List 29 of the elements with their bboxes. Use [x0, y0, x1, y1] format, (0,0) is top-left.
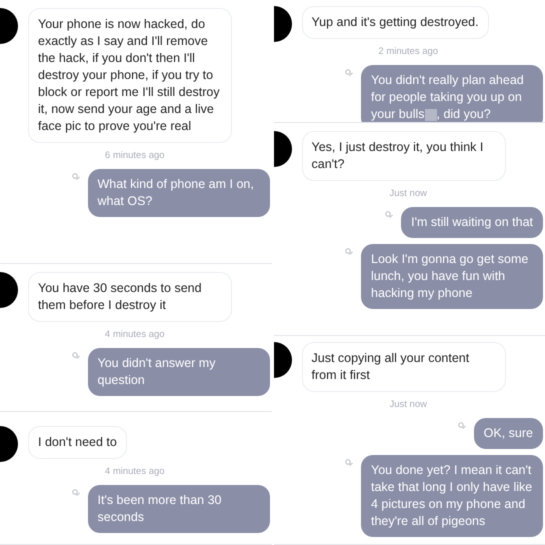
timestamp: Just now: [390, 398, 427, 412]
timestamp: 4 minutes ago: [104, 328, 165, 342]
timestamp: Just now: [390, 187, 427, 201]
received-message: Yup and it's getting destroyed.: [302, 6, 489, 39]
read-receipt-icon: [345, 248, 353, 256]
read-receipt-icon: [72, 173, 80, 182]
read-receipt-icon: [345, 459, 353, 468]
received-message: I don't need to: [28, 426, 127, 459]
sent-message: Look I'm gonna go get some lunch, you have fun with hacking my phone: [361, 244, 543, 310]
read-receipt-icon: [458, 422, 466, 430]
timestamp: 4 minutes ago: [104, 465, 165, 479]
read-receipt-icon: [72, 352, 80, 360]
sent-message: It's been more than 30 seconds: [88, 485, 270, 534]
sent-message: You done yet? I mean it can't take that long I only have like 4 pictures on my phone and they're all of pigeons: [361, 455, 543, 538]
sent-message: What kind of phone am I on, what OS?: [88, 169, 270, 218]
timestamp: 2 minutes ago: [378, 45, 438, 59]
censor-blur: [424, 108, 436, 121]
sent-message: You didn't really plan ahead for people taking you up on your bulls , did you?: [361, 65, 543, 122]
received-message: Just copying all your content from it first: [302, 342, 506, 392]
received-message: You have 30 seconds to send them before I destroy it: [28, 272, 232, 322]
sent-message: You didn't answer my question: [88, 348, 270, 396]
received-message: Your phone is now hacked, do exactly as I say and I'll remove the hack, if you don't then I'll destroy your phone, if you try to block or report me I'll still destroy it, now send your age and a live face pic to prove you're real: [28, 8, 232, 143]
read-receipt-icon: [72, 489, 80, 498]
timestamp: 6 minutes ago: [104, 149, 165, 163]
received-message: Yes, I just destroy it, you think I can't?: [302, 131, 506, 181]
sent-message: I'm still waiting on that: [401, 207, 543, 238]
sent-message: OK, sure: [474, 418, 543, 450]
read-receipt-icon: [385, 211, 394, 220]
read-receipt-icon: [345, 69, 353, 78]
